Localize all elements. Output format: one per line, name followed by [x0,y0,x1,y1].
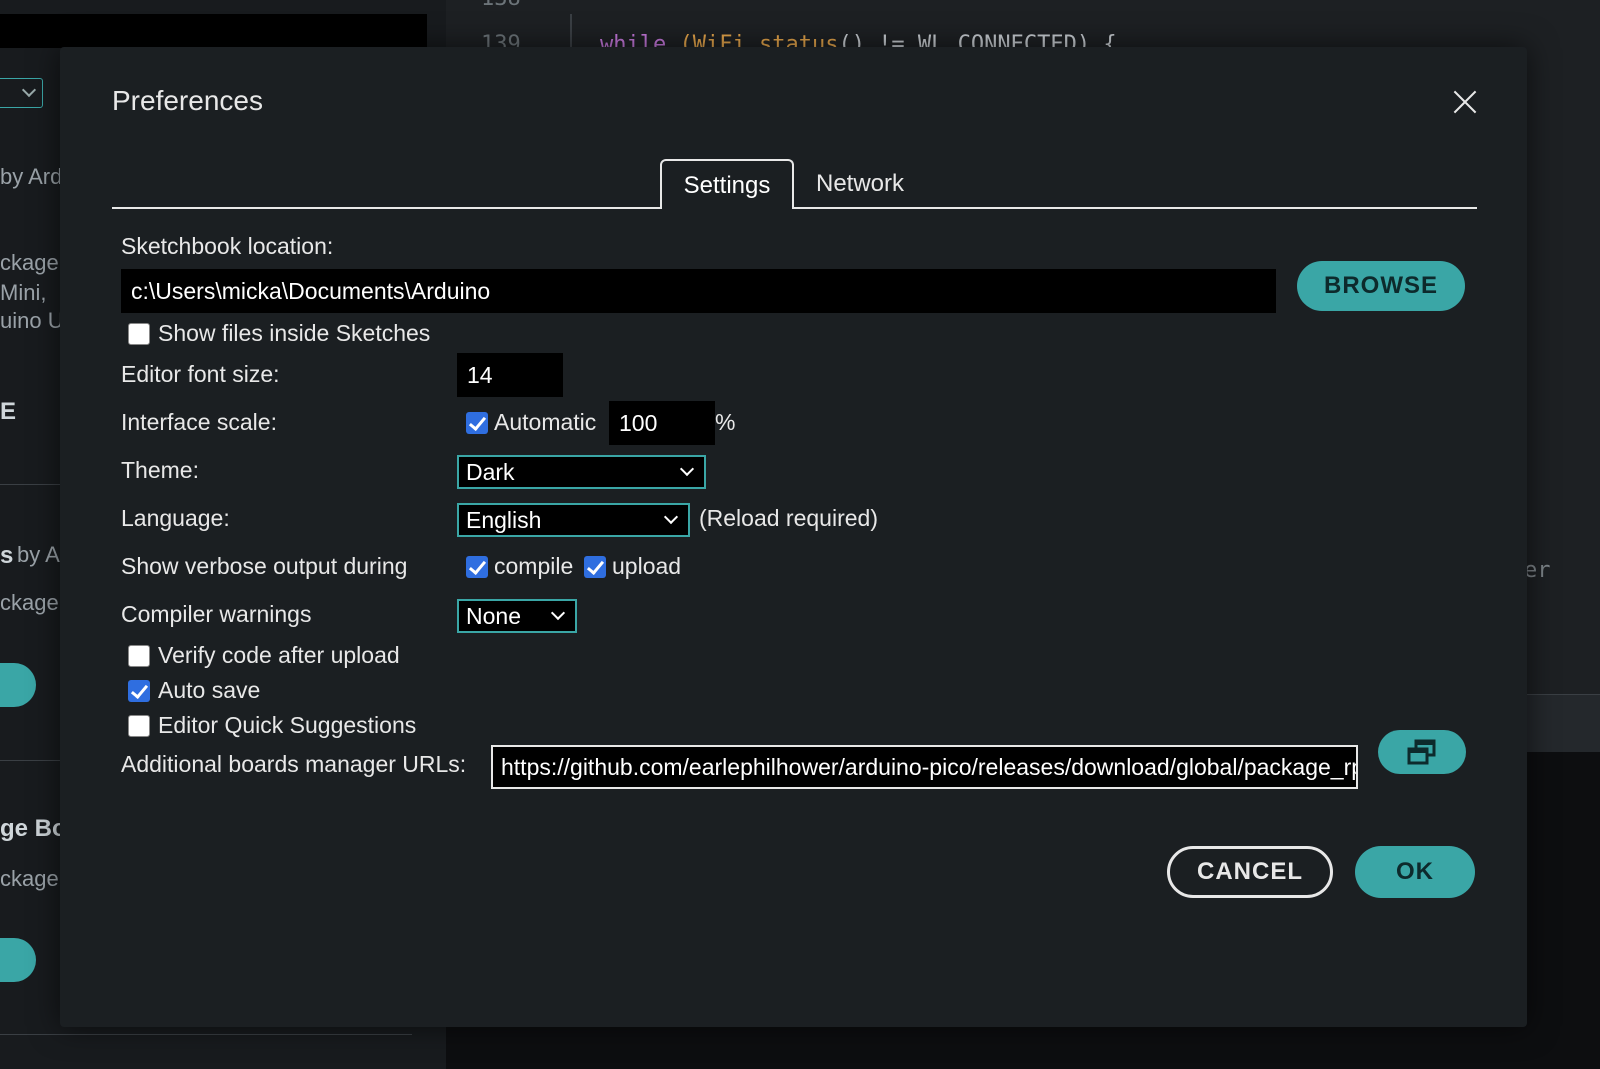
theme-select[interactable]: Dark [457,455,706,489]
show-files-label: Show files inside Sketches [158,320,431,346]
tab-bar-underline [112,207,1477,209]
boards-urls-input[interactable]: https://github.com/earlephilhower/arduin… [491,745,1358,789]
open-window-icon [1407,739,1436,765]
auto-save-checkbox[interactable] [128,680,150,702]
quick-suggestions-label: Editor Quick Suggestions [158,712,417,738]
language-select[interactable]: English [457,503,690,537]
background-board-dropdown [0,78,43,108]
browse-button[interactable]: BROWSE [1297,261,1465,311]
background-toolbar [0,14,427,48]
theme-label: Theme: [121,457,199,483]
automatic-scale-label: Automatic [494,409,597,435]
tab-settings[interactable]: Settings [660,159,794,209]
bg-text: ckage: [0,590,65,615]
preferences-dialog: Preferences Settings Network Sketchbook … [60,47,1527,1027]
bg-text: s [0,542,14,569]
bg-divider [0,760,60,761]
bg-text: er [1524,558,1551,583]
editor-font-size-input[interactable]: 14 [457,353,563,397]
compiler-warnings-select[interactable]: None [457,599,577,633]
sketchbook-location-input[interactable]: c:\Users\micka\Documents\Arduino [121,269,1276,313]
bg-text: Mini, [0,280,47,305]
verify-code-checkbox[interactable] [128,645,150,667]
line-number: 139 [481,32,521,48]
bg-text: ge Bo [0,815,67,842]
open-url-editor-button[interactable] [1378,730,1466,774]
ok-button[interactable]: OK [1355,846,1475,898]
code-keyword: while [600,32,667,48]
close-icon[interactable] [1448,85,1482,119]
language-select-value: English [466,507,542,533]
bg-text: ckage: [0,866,65,891]
interface-scale-label: Interface scale: [121,409,277,435]
compiler-warnings-label: Compiler warnings [121,601,312,627]
code-function: (WiFi [679,32,746,48]
bg-divider [0,484,60,485]
bg-text: uino U [0,308,64,333]
bg-text: ckage: [0,250,65,275]
verbose-upload-checkbox[interactable] [584,556,606,578]
interface-scale-input[interactable]: 100 [609,401,715,445]
quick-suggestions-checkbox[interactable] [128,715,150,737]
chevron-down-icon [679,461,695,477]
bg-text: E [0,398,17,425]
sketchbook-location-label: Sketchbook location: [121,233,334,259]
bg-divider [0,1034,412,1035]
code-editor-line: 138 139 while (WiFi.status() != WL_CONNE… [446,0,1600,48]
editor-font-size-label: Editor font size: [121,361,280,387]
bg-text: by Ard [0,164,63,189]
verbose-compile-label: compile [494,553,574,579]
automatic-scale-checkbox[interactable] [466,412,488,434]
code-rest: () != WL_CONNECTED) { [838,32,1117,48]
code-function: status [758,32,839,48]
chevron-down-icon [550,605,566,621]
bg-text: by A [17,542,60,567]
compiler-warnings-select-value: None [466,603,521,629]
line-number: 138 [481,0,521,11]
theme-select-value: Dark [466,459,515,485]
verbose-upload-label: upload [612,553,682,579]
reload-required-note: (Reload required) [699,505,878,531]
code-text: while (WiFi.status() != WL_CONNECTED) { [600,32,1117,48]
boards-urls-label: Additional boards manager URLs: [121,751,467,777]
verify-code-label: Verify code after upload [158,642,400,668]
auto-save-label: Auto save [158,677,261,703]
cancel-button[interactable]: CANCEL [1167,846,1333,898]
chevron-down-icon [663,509,679,525]
language-label: Language: [121,505,230,531]
show-files-checkbox[interactable] [128,323,150,345]
tab-network[interactable]: Network [800,159,920,207]
verbose-compile-checkbox[interactable] [466,556,488,578]
percent-unit: % [715,409,736,435]
dialog-title: Preferences [112,85,263,116]
chevron-down-icon [21,82,37,98]
verbose-output-label: Show verbose output during [121,553,408,579]
background-status-strip [1527,695,1600,752]
